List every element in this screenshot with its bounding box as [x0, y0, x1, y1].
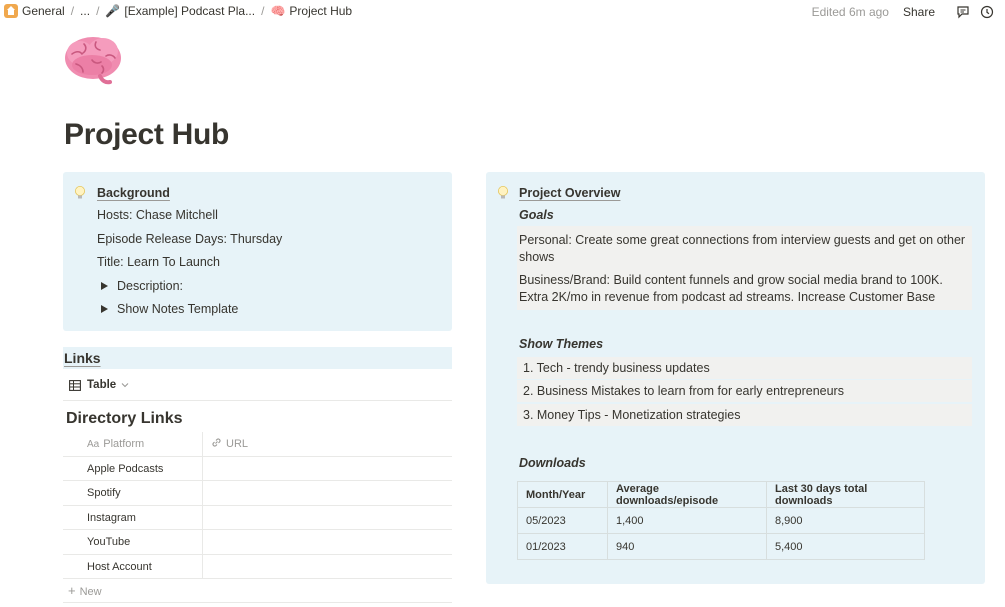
table-view-tab[interactable]: Table [69, 379, 129, 391]
table-icon [69, 379, 81, 391]
downloads-heading: Downloads [519, 456, 586, 470]
table-header-row: Month/Year Average downloads/episode Las… [517, 481, 925, 508]
share-button[interactable]: Share [903, 5, 935, 19]
platform-cell[interactable]: Host Account [63, 554, 203, 578]
column-header-url[interactable]: URL [203, 432, 452, 456]
table-row[interactable]: Host Account [63, 554, 452, 579]
microphone-icon: 🎤 [105, 4, 121, 18]
table-cell[interactable]: 01/2023 [517, 533, 608, 560]
table-cell[interactable]: 1,400 [607, 507, 767, 534]
brain-icon: 🧠 [270, 4, 286, 18]
url-cell[interactable] [203, 530, 452, 554]
table-header-row: Aa Platform URL [63, 432, 452, 457]
chevron-down-icon [121, 382, 129, 388]
downloads-table: Month/Year Average downloads/episode Las… [517, 481, 925, 560]
table-row[interactable]: YouTube [63, 530, 452, 555]
link-icon [211, 433, 222, 457]
breadcrumb-item-podcast[interactable]: 🎤 [Example] Podcast Pla... [105, 4, 255, 18]
new-row-button[interactable]: + New [68, 583, 102, 598]
toggle-show-notes[interactable]: Show Notes Template [101, 302, 238, 316]
edited-timestamp: Edited 6m ago [811, 5, 889, 19]
table-row: 01/2023 940 5,400 [517, 533, 925, 560]
podcast-title-text: Title: Learn To Launch [97, 255, 220, 269]
show-themes-heading: Show Themes [519, 337, 604, 351]
breadcrumb-separator: / [261, 4, 265, 18]
goals-heading: Goals [519, 208, 554, 222]
column-header-platform[interactable]: Aa Platform [63, 432, 203, 456]
table-header: Average downloads/episode [607, 481, 767, 508]
release-days-text: Episode Release Days: Thursday [97, 232, 283, 246]
divider [63, 400, 452, 401]
top-bar: General / ... / 🎤 [Example] Podcast Pla.… [0, 0, 1005, 24]
lightbulb-icon [74, 185, 86, 201]
table-cell[interactable]: 8,900 [766, 507, 925, 534]
goal-personal: Personal: Create some great connections … [519, 233, 966, 264]
toggle-triangle-icon[interactable] [101, 282, 108, 290]
clock-icon[interactable] [979, 4, 995, 20]
platform-cell[interactable]: Apple Podcasts [63, 456, 203, 480]
platform-cell[interactable]: Instagram [63, 505, 203, 529]
breadcrumb-separator: / [96, 4, 100, 18]
goals-block: Personal: Create some great connections … [517, 226, 972, 310]
platform-cell[interactable]: YouTube [63, 530, 203, 554]
breadcrumb-item-general[interactable]: General [4, 4, 65, 18]
table-cell[interactable]: 5,400 [766, 533, 925, 560]
breadcrumb-item-ellipsis[interactable]: ... [80, 4, 90, 18]
background-callout: Background Hosts: Chase Mitchell Episode… [63, 172, 452, 331]
breadcrumb-separator: / [70, 4, 75, 18]
breadcrumb-item-project-hub[interactable]: 🧠 Project Hub [270, 4, 352, 18]
background-heading[interactable]: Background [97, 186, 170, 200]
platform-cell[interactable]: Spotify [63, 481, 203, 505]
breadcrumb: General / ... / 🎤 [Example] Podcast Pla.… [4, 4, 352, 18]
url-cell[interactable] [203, 481, 452, 505]
project-overview-heading[interactable]: Project Overview [519, 186, 620, 200]
plus-icon: + [68, 583, 76, 598]
home-icon [4, 4, 18, 18]
lightbulb-icon [497, 185, 509, 201]
table-row: 05/2023 1,400 8,900 [517, 507, 925, 534]
brain-icon[interactable] [62, 32, 124, 88]
toggle-triangle-icon[interactable] [101, 305, 108, 313]
table-cell[interactable]: 05/2023 [517, 507, 608, 534]
url-cell[interactable] [203, 555, 452, 579]
url-cell[interactable] [203, 457, 452, 481]
comment-icon[interactable] [955, 4, 971, 20]
database-title[interactable]: Directory Links [66, 410, 182, 428]
divider [63, 602, 452, 603]
table-cell[interactable]: 940 [607, 533, 767, 560]
goal-business: Business/Brand: Build content funnels an… [519, 273, 943, 304]
table-header: Last 30 days total downloads [766, 481, 925, 508]
top-actions: Edited 6m ago Share [812, 4, 995, 20]
toggle-description[interactable]: Description: [101, 279, 183, 293]
directory-links-table: Aa Platform URL Apple Podcasts Spotify In… [63, 432, 452, 579]
page-title[interactable]: Project Hub [64, 118, 229, 152]
list-item: 3. Money Tips - Monetization strategies [517, 404, 972, 426]
text-property-icon: Aa [87, 439, 100, 450]
table-header: Month/Year [517, 481, 608, 508]
list-item: 2. Business Mistakes to learn from for e… [517, 380, 972, 402]
url-cell[interactable] [203, 506, 452, 530]
list-item: 1. Tech - trendy business updates [517, 357, 972, 379]
table-row[interactable]: Instagram [63, 505, 452, 530]
table-row[interactable]: Spotify [63, 481, 452, 506]
hosts-text: Hosts: Chase Mitchell [97, 208, 218, 222]
table-row[interactable]: Apple Podcasts [63, 456, 452, 481]
links-heading[interactable]: Links [63, 347, 452, 369]
